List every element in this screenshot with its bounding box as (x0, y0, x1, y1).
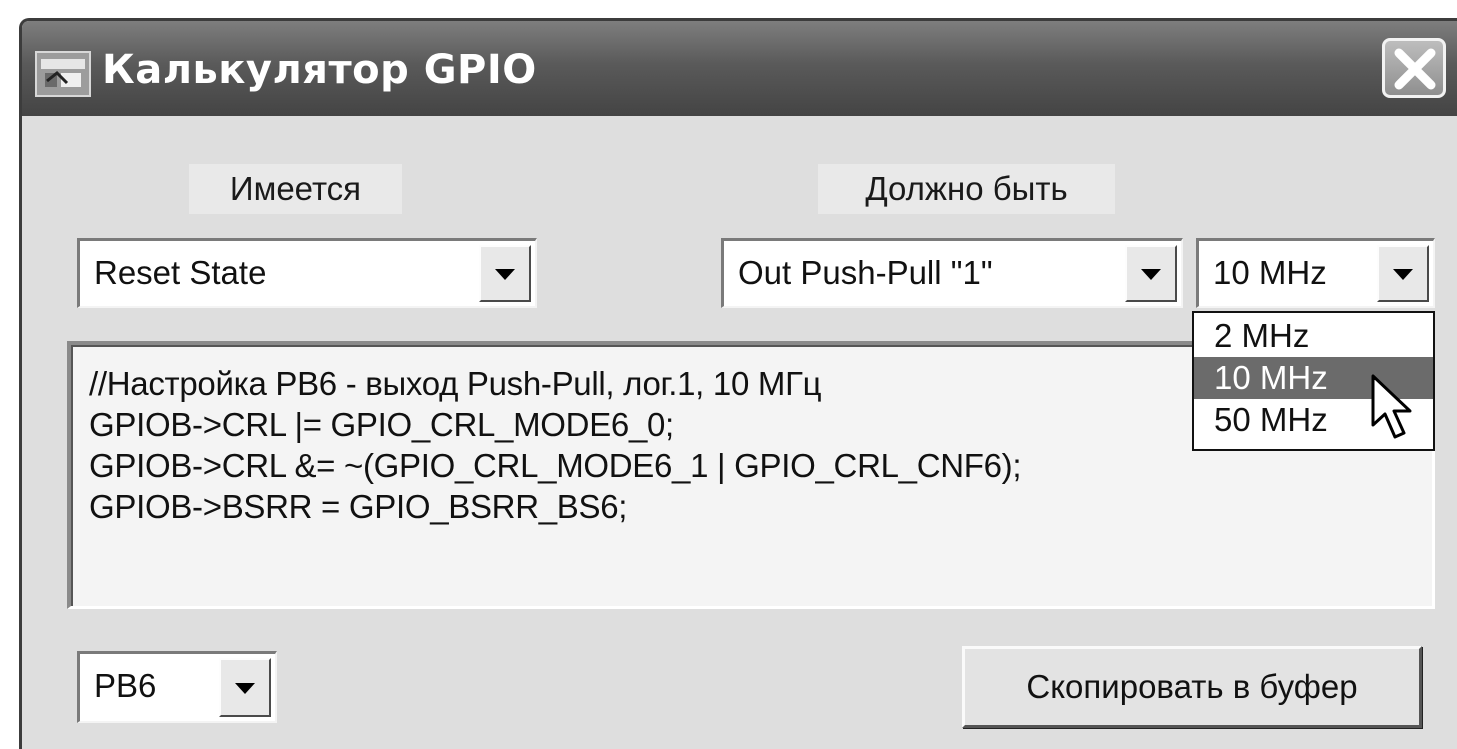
mouse-pointer-icon (1371, 374, 1412, 439)
current-state-label: Имеется (189, 164, 402, 214)
app-icon (35, 51, 91, 97)
speed-option-2mhz[interactable]: 2 MHz (1194, 315, 1433, 357)
speed-dropdown-button[interactable] (1377, 245, 1429, 302)
window-title: Калькулятор GPIO (102, 47, 537, 93)
gpio-calculator-window: Калькулятор GPIO Имеется Должно быть Res… (19, 18, 1457, 749)
target-state-label: Должно быть (818, 164, 1115, 214)
close-button[interactable] (1382, 38, 1446, 98)
pin-value: PB6 (94, 667, 157, 704)
target-mode-combo[interactable]: Out Push-Pull "1" (721, 238, 1183, 308)
title-bar[interactable]: Калькулятор GPIO (22, 21, 1457, 116)
target-mode-dropdown-button[interactable] (1125, 245, 1177, 302)
code-line: GPIOB->BSRR = GPIO_BSRR_BS6; (89, 488, 628, 525)
pin-combo[interactable]: PB6 (77, 651, 277, 723)
code-line: GPIOB->CRL |= GPIO_CRL_MODE6_0; (89, 406, 674, 443)
speed-combo[interactable]: 10 MHz (1196, 238, 1435, 308)
chevron-down-icon (1393, 268, 1413, 280)
target-mode-value: Out Push-Pull "1" (738, 254, 993, 291)
pin-dropdown-button[interactable] (219, 658, 271, 717)
chevron-down-icon (1141, 268, 1161, 280)
code-line: //Настройка PB6 - выход Push-Pull, лог.1… (89, 365, 822, 402)
chevron-down-icon (495, 268, 515, 280)
current-state-value: Reset State (94, 254, 267, 291)
chevron-down-icon (235, 682, 255, 694)
close-icon (1394, 48, 1436, 90)
current-state-combo[interactable]: Reset State (77, 238, 537, 308)
copy-to-clipboard-button[interactable]: Скопировать в буфер (962, 646, 1422, 728)
speed-value: 10 MHz (1213, 254, 1327, 291)
code-line: GPIOB->CRL &= ~(GPIO_CRL_MODE6_1 | GPIO_… (89, 447, 1022, 484)
current-state-dropdown-button[interactable] (479, 245, 531, 302)
